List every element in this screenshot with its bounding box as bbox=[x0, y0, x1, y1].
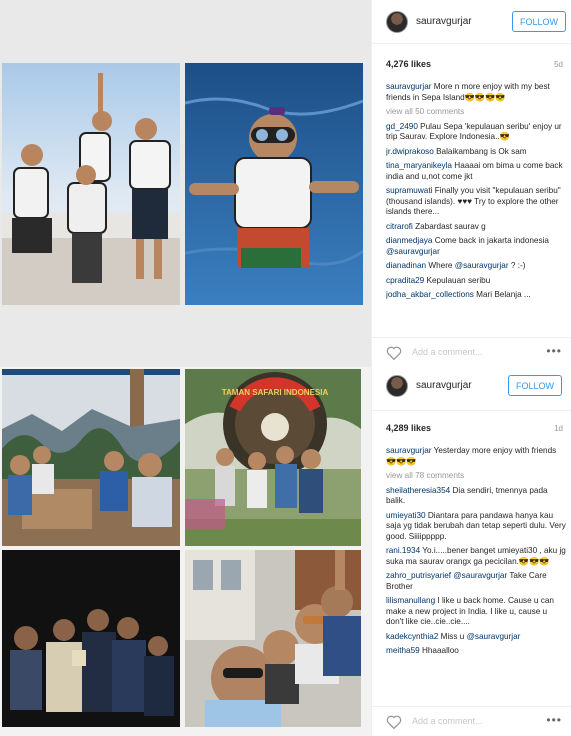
photo-boat-group[interactable] bbox=[2, 63, 180, 305]
comment: rani.1934 Yo.i.....bener banget umieyati… bbox=[386, 546, 566, 567]
caption-username[interactable]: sauravgurjar bbox=[386, 82, 432, 91]
add-comment-input[interactable]: Add a comment... bbox=[412, 347, 483, 357]
comment: cpradita29 Kepulauan seribu bbox=[386, 276, 566, 287]
more-options-icon[interactable]: ••• bbox=[546, 344, 562, 358]
comment-username[interactable]: lilismanullang bbox=[386, 596, 435, 605]
comment-mention[interactable]: @sauravgurjar bbox=[467, 632, 521, 641]
comment-username[interactable]: dianmedjaya bbox=[386, 236, 432, 245]
comment: tina_maryanikeyla Haaaai om bima u come … bbox=[386, 161, 566, 182]
comment-text: Come back in jakarta indonesia bbox=[434, 236, 549, 245]
comment-username[interactable]: meitha59 bbox=[386, 646, 420, 655]
photo-selfie[interactable] bbox=[185, 550, 361, 727]
comment: gd_2490 Pulau Sepa 'kepulauan seribu' en… bbox=[386, 122, 566, 143]
view-all-comments-link[interactable]: view all 50 comments bbox=[386, 107, 566, 118]
comment: supramuwati Finally you visit "kepulauan… bbox=[386, 186, 566, 218]
comment-username[interactable]: rani.1934 bbox=[386, 546, 420, 555]
comment-mention[interactable]: @sauravgurjar bbox=[386, 247, 440, 256]
likes-count[interactable]: 4,276 likes bbox=[386, 59, 431, 69]
post-1-footer: Add a comment... ••• bbox=[372, 337, 571, 367]
username[interactable]: sauravgurjar bbox=[416, 16, 472, 27]
caption-username[interactable]: sauravgurjar bbox=[386, 446, 432, 455]
comment-text: Kepulauan seribu bbox=[426, 275, 491, 285]
avatar[interactable] bbox=[386, 375, 408, 397]
comment-mention[interactable]: @sauravgurjar bbox=[455, 261, 509, 270]
comment: citrarofi Zabardast saurav g bbox=[386, 222, 566, 233]
add-comment-input[interactable]: Add a comment... bbox=[412, 716, 483, 726]
likes-count[interactable]: 4,289 likes bbox=[386, 423, 431, 433]
heart-icon[interactable] bbox=[386, 715, 402, 729]
more-options-icon[interactable]: ••• bbox=[546, 713, 562, 727]
comment: lilismanullang I like u back home. Cause… bbox=[386, 596, 566, 628]
follow-button[interactable]: FOLLOW bbox=[512, 11, 566, 32]
photo-night-group[interactable] bbox=[2, 550, 180, 727]
heart-icon[interactable] bbox=[386, 346, 402, 360]
comment-username[interactable]: sheilatheresia354 bbox=[386, 486, 450, 495]
comment-username[interactable]: citrarofi bbox=[386, 222, 413, 231]
comment-mention[interactable]: @sauravgurjar bbox=[453, 571, 507, 580]
comment-username[interactable]: cpradita29 bbox=[386, 276, 424, 285]
post-2: TAMAN SAFARI INDONESIA sauravgurjar FOLL… bbox=[0, 367, 571, 736]
view-all-comments-link[interactable]: view all 78 comments bbox=[386, 471, 566, 482]
comment-suffix: ? :-) bbox=[510, 261, 526, 270]
post-age[interactable]: 5d bbox=[554, 60, 563, 69]
comment-text: Zabardast saurav g bbox=[415, 221, 486, 231]
comment-text: Hhaaalloo bbox=[421, 646, 459, 655]
comment-username[interactable]: umieyati30 bbox=[386, 511, 426, 520]
photo-snorkeling[interactable] bbox=[185, 63, 363, 305]
comment-list: sauravgurjar More n more enjoy with my b… bbox=[386, 82, 566, 314]
photo-safari-sign[interactable]: TAMAN SAFARI INDONESIA bbox=[185, 369, 361, 546]
post-1-header: sauravgurjar FOLLOW bbox=[372, 0, 571, 44]
post-1: sauravgurjar FOLLOW 4,276 likes 5d saura… bbox=[0, 0, 571, 367]
comment-username[interactable]: jr.dwiprakoso bbox=[386, 147, 434, 156]
post-age[interactable]: 1d bbox=[554, 424, 563, 433]
comment-username[interactable]: gd_2490 bbox=[386, 122, 418, 131]
comment: umieyati30 Diantara para pandawa hanya k… bbox=[386, 511, 566, 543]
post-2-media[interactable]: TAMAN SAFARI INDONESIA bbox=[0, 367, 371, 736]
comment: kadekcynthia2 Miss u @sauravgurjar bbox=[386, 632, 566, 643]
post-1-panel: sauravgurjar FOLLOW 4,276 likes 5d saura… bbox=[371, 0, 571, 367]
comment: dianmedjaya Come back in jakarta indones… bbox=[386, 236, 566, 257]
comment-text: Mari Belanja ... bbox=[476, 290, 531, 299]
comment-list: sauravgurjar Yesterday more enjoy with f… bbox=[386, 446, 566, 682]
avatar[interactable] bbox=[386, 11, 408, 33]
post-1-media[interactable] bbox=[0, 0, 371, 367]
safari-sign-text: TAMAN SAFARI INDONESIA bbox=[222, 388, 329, 397]
comment-username[interactable]: jodha_akbar_collections bbox=[386, 290, 474, 299]
comment: jodha_akbar_collections Mari Belanja ... bbox=[386, 290, 566, 301]
post-2-panel: sauravgurjar FOLLOW 4,289 likes 1d saura… bbox=[371, 367, 571, 736]
comment: meitha59 Hhaaalloo bbox=[386, 646, 566, 657]
comment-username[interactable]: zahro_putrisyarief bbox=[386, 571, 451, 580]
comment: dianadinan Where @sauravgurjar ? :-) bbox=[386, 261, 566, 272]
username[interactable]: sauravgurjar bbox=[416, 380, 472, 391]
comment-username[interactable]: supramuwati bbox=[386, 186, 432, 195]
post-2-footer: Add a comment... ••• bbox=[372, 706, 571, 736]
comment-text: Miss u bbox=[440, 631, 465, 641]
comment: jr.dwiprakoso Balaikambang is Ok sam bbox=[386, 147, 566, 158]
photo-terrace-group[interactable] bbox=[2, 369, 180, 546]
comment: zahro_putrisyarief @sauravgurjar Take Ca… bbox=[386, 571, 566, 592]
comment-text: Where bbox=[428, 261, 453, 270]
comment-username[interactable]: dianadinan bbox=[386, 261, 426, 270]
comment-username[interactable]: kadekcynthia2 bbox=[386, 632, 438, 641]
follow-button[interactable]: FOLLOW bbox=[508, 375, 562, 396]
comment: sheilatheresia354 Dia sendiri, tmennya p… bbox=[386, 486, 566, 507]
comment-text: Balaikambang is Ok sam bbox=[436, 146, 527, 156]
comment-username[interactable]: tina_maryanikeyla bbox=[386, 161, 452, 170]
post-2-header: sauravgurjar FOLLOW bbox=[372, 367, 571, 411]
caption: sauravgurjar More n more enjoy with my b… bbox=[386, 82, 566, 103]
caption: sauravgurjar Yesterday more enjoy with f… bbox=[386, 446, 566, 467]
